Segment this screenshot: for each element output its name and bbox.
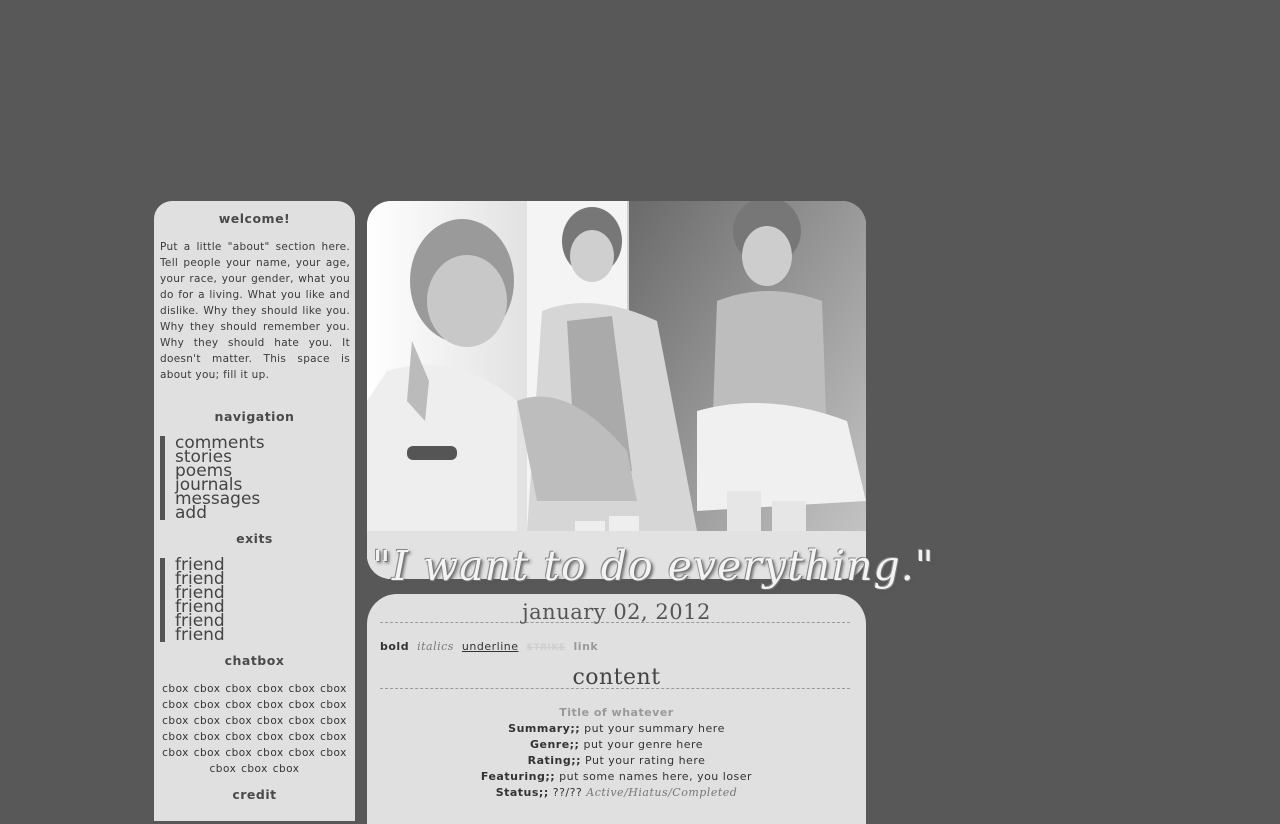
field-label: Rating;; (527, 754, 582, 767)
exits-list: friend friend friend friend friend frien… (160, 557, 225, 644)
field-label: Genre;; (529, 738, 580, 751)
strike-sample: STRIKE (526, 643, 566, 653)
about-text: Put a little "about" section here. Tell … (160, 241, 350, 381)
field-value: put some names here, you loser (559, 770, 753, 783)
bold-sample: bold (380, 640, 410, 653)
field-label: Status;; (495, 786, 549, 799)
field-value: Put your rating here (585, 754, 706, 767)
summary-row: Summary;; put your summary here (367, 721, 866, 737)
divider (380, 688, 850, 689)
welcome-heading: welcome! (218, 211, 291, 226)
post-date: january 02, 2012 (522, 600, 711, 624)
chatbox[interactable]: cbox cbox cbox cbox cbox cbox cbox cbox … (158, 681, 351, 777)
work-title: Title of whatever (559, 706, 674, 719)
chatbox-heading: chatbox (224, 653, 285, 668)
field-label: Featuring;; (480, 770, 556, 783)
status-row: Status;; ??/?? Active/Hiatus/Completed (367, 785, 866, 801)
italics-sample: italics (417, 640, 454, 653)
navigation-list: comments stories poems journals messages… (160, 435, 265, 522)
rating-row: Rating;; Put your rating here (367, 753, 866, 769)
genre-row: Genre;; put your genre here (367, 737, 866, 753)
header-image (367, 201, 866, 579)
underline-sample: underline (461, 640, 519, 653)
featuring-row: Featuring;; put some names here, you los… (367, 769, 866, 785)
status-options: Active/Hiatus/Completed (586, 786, 738, 799)
link-sample[interactable]: link (574, 640, 599, 653)
post-info: Title of whatever Summary;; put your sum… (367, 705, 866, 801)
header-quote: "I want to do everything." (372, 542, 935, 590)
field-value: put your genre here (583, 738, 704, 751)
exit-link[interactable]: friend (175, 627, 225, 644)
exits-heading: exits (236, 531, 273, 546)
photo-collage (367, 201, 866, 579)
status-value: ??/?? (552, 786, 583, 799)
content-title: content (572, 665, 661, 690)
sidebar: welcome! Put a little "about" section he… (154, 201, 355, 821)
navigation-heading: navigation (214, 409, 295, 424)
text-style-samples: bold italics underline STRIKE link (380, 640, 602, 653)
field-value: put your summary here (584, 722, 725, 735)
field-label: Summary;; (508, 722, 581, 735)
